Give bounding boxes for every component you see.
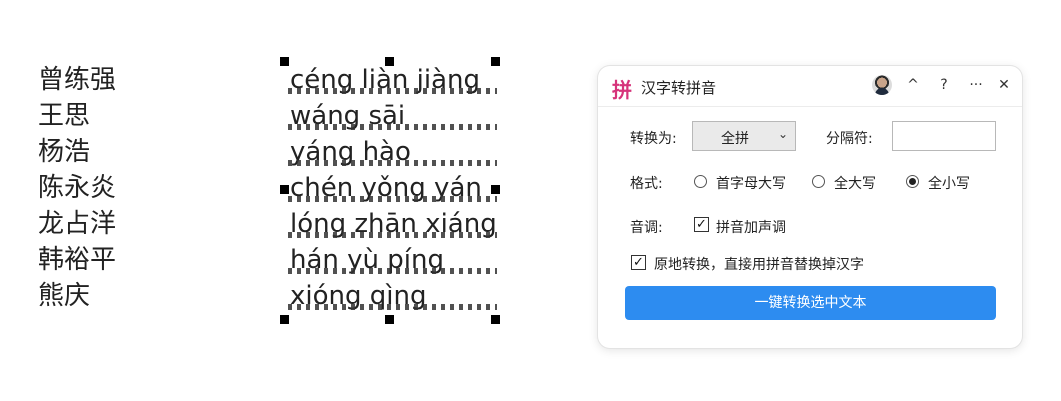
pinyin-converter-panel: 拼 汉字转拼音 ^ ? ··· ✕ 转换为: 全拼 ⌄ 分隔符: 格式: 首字母… [598,66,1022,348]
name-item: 陈永炎 [38,173,117,203]
tone-option-label[interactable]: 拼音加声调 [716,217,786,237]
separator-input[interactable] [892,121,996,151]
underline-marker [288,160,497,166]
inplace-option-label[interactable]: 原地转换，直接用拼音替换掉汉字 [654,254,864,274]
pinyin-item[interactable]: céng liàn jiàng [288,62,497,98]
convert-mode-select[interactable]: 全拼 ⌄ [692,121,796,151]
resize-handle-middle-left[interactable] [280,185,289,194]
panel-title: 汉字转拼音 [641,80,717,97]
format-option-lowercase[interactable]: 全小写 [928,173,970,193]
pinyin-item[interactable]: lóng zhān xiáng [288,206,497,242]
inplace-checkbox[interactable]: ✓ [631,255,646,270]
resize-handle-bottom-middle[interactable] [385,315,394,324]
name-item: 熊庆 [38,281,91,311]
help-icon[interactable]: ? [935,76,953,94]
resize-handle-top-right[interactable] [491,57,500,66]
format-radio-lowercase[interactable] [906,175,919,188]
convert-selected-button[interactable]: 一键转换选中文本 [625,286,996,320]
name-item: 韩裕平 [38,245,117,275]
underline-marker [288,268,497,274]
resize-handle-bottom-right[interactable] [491,315,500,324]
format-option-capitalize[interactable]: 首字母大写 [716,173,786,193]
pinyin-item[interactable]: hán yù píng [288,242,497,278]
pinyin-item[interactable]: xióng qìng [288,278,497,314]
pinyin-item[interactable]: chén yǒng yán [288,170,497,206]
underline-marker [288,88,497,94]
resize-handle-top-left[interactable] [280,57,289,66]
pinyin-item[interactable]: wáng sāi [288,98,497,134]
tone-checkbox[interactable]: ✓ [694,217,709,232]
avatar[interactable] [872,75,892,95]
resize-handle-top-middle[interactable] [385,57,394,66]
format-radio-capitalize[interactable] [694,175,707,188]
name-item: 龙占洋 [38,209,117,239]
name-item: 王思 [38,101,91,131]
panel-title-bar: 拼 汉字转拼音 ^ ? ··· ✕ [598,66,1022,107]
resize-handle-bottom-left[interactable] [280,315,289,324]
format-option-uppercase[interactable]: 全大写 [834,173,876,193]
underline-marker [288,196,497,202]
pinyin-item[interactable]: yáng hào [288,134,497,170]
name-item: 杨浩 [38,137,91,167]
separator-label: 分隔符: [826,131,873,147]
convert-mode-value: 全拼 [721,131,749,147]
tone-label: 音调: [630,220,663,236]
check-icon: ✓ [633,255,644,270]
resize-handle-middle-right[interactable] [491,185,500,194]
more-icon[interactable]: ··· [967,76,985,94]
collapse-icon[interactable]: ^ [904,76,922,94]
app-logo: 拼 [612,78,632,102]
underline-marker [288,232,497,238]
underline-marker [288,304,497,310]
convert-label: 转换为: [630,131,677,147]
chinese-names-list: 曾练强 王思 杨浩 陈永炎 龙占洋 韩裕平 熊庆 [38,62,116,314]
pinyin-list[interactable]: céng liàn jiàng wáng sāi yáng hào chén y… [288,62,497,314]
format-radio-uppercase[interactable] [812,175,825,188]
chevron-down-icon: ⌄ [777,127,788,141]
close-icon[interactable]: ✕ [995,76,1013,94]
underline-marker [288,124,497,130]
check-icon: ✓ [696,217,707,232]
format-label: 格式: [630,176,663,192]
name-item: 曾练强 [38,65,117,95]
